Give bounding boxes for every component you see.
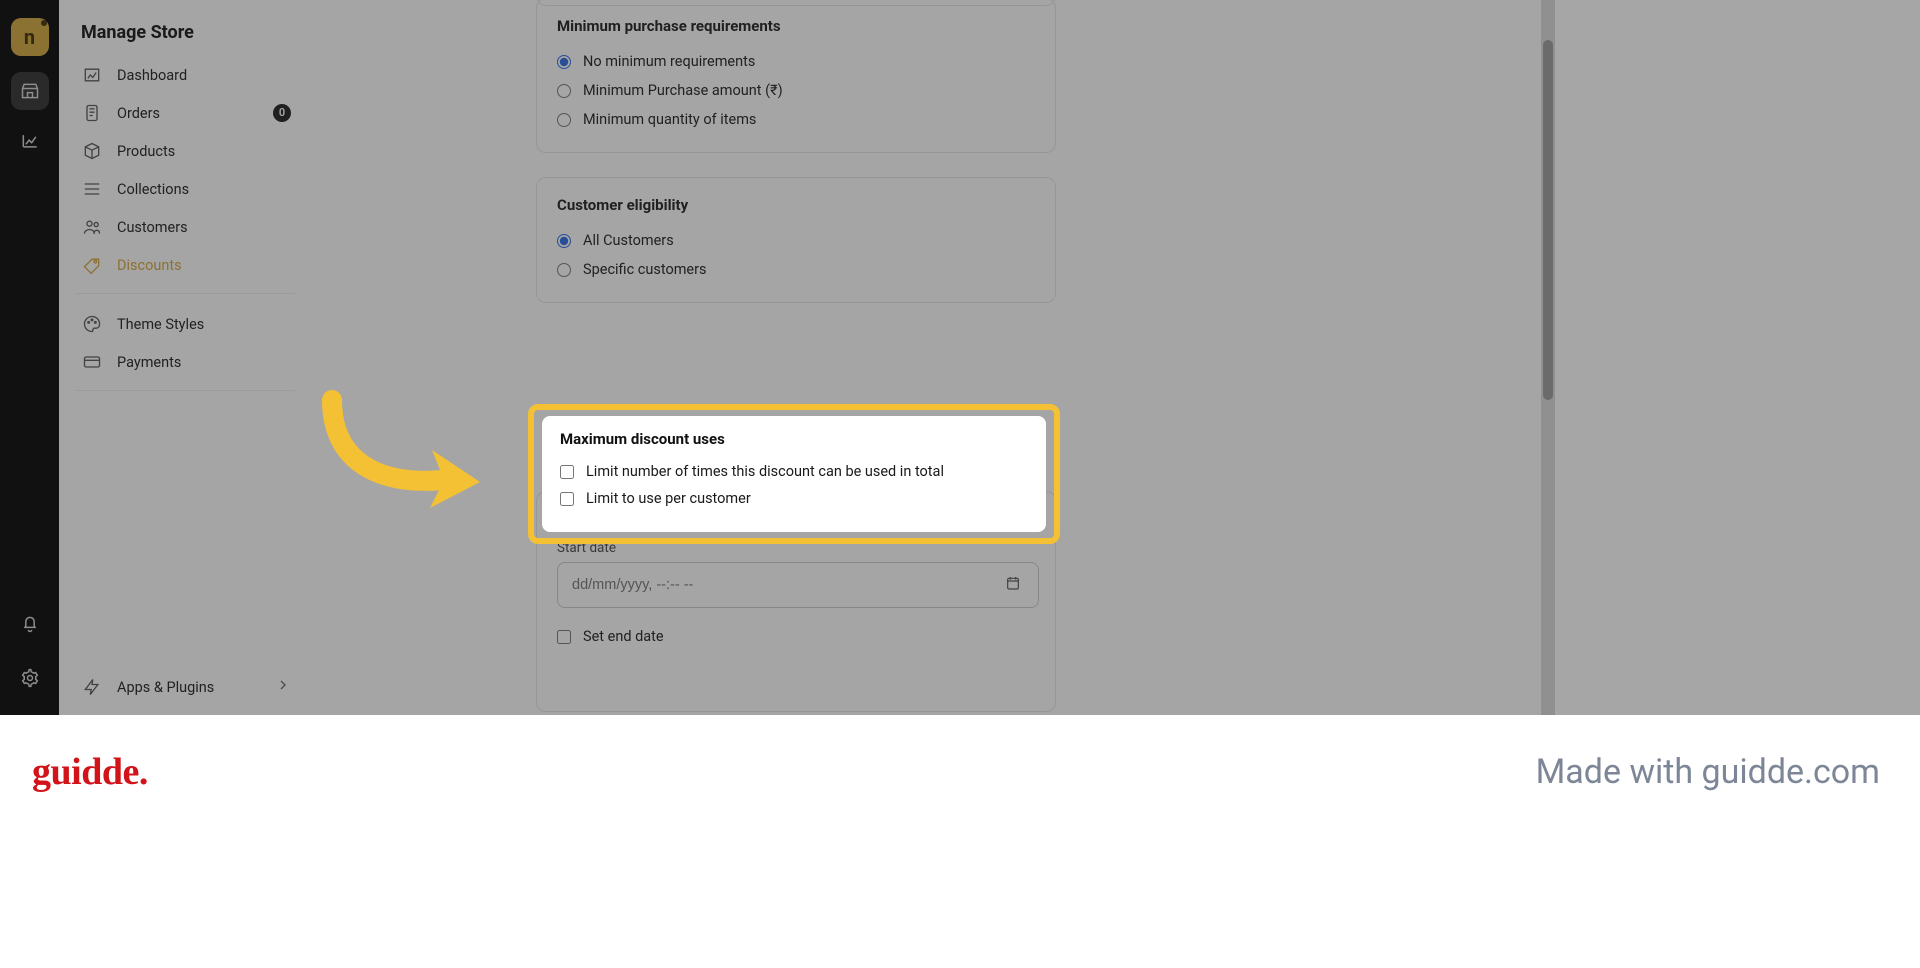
- sidebar-item-collections[interactable]: Collections: [69, 171, 301, 207]
- orders-icon: [81, 103, 103, 123]
- sidebar-item-products[interactable]: Products: [69, 133, 301, 169]
- sidebar-item-discounts[interactable]: Discounts: [69, 247, 301, 283]
- footer-brand: guidde.: [32, 750, 148, 794]
- cust-elig-specific[interactable]: Specific customers: [557, 255, 1035, 284]
- min-purchase-card: Minimum purchase requirements No minimum…: [536, 0, 1056, 153]
- sidebar-item-label: Orders: [117, 105, 160, 122]
- sidebar-item-label: Collections: [117, 181, 189, 198]
- dashboard-icon: [81, 65, 103, 85]
- form-column: Percentage % Minimum purchase requiremen…: [536, 0, 1056, 712]
- sidebar-item-dashboard[interactable]: Dashboard: [69, 57, 301, 93]
- rail-notifications-icon[interactable]: [11, 605, 49, 643]
- plugins-icon: [81, 677, 103, 697]
- theme-icon: [81, 314, 103, 334]
- cust-elig-all[interactable]: All Customers: [557, 226, 1035, 255]
- rail-store-icon[interactable]: [11, 72, 49, 110]
- left-rail: n: [0, 0, 59, 715]
- products-icon: [81, 141, 103, 161]
- sidebar: Manage Store Dashboard Orders 0 Products…: [59, 0, 311, 715]
- min-purchase-option-amount[interactable]: Minimum Purchase amount (₹): [557, 76, 1035, 105]
- footer-made-with: Made with guidde.com: [1536, 752, 1880, 792]
- scrollbar-thumb[interactable]: [1543, 40, 1553, 400]
- card-title: Minimum purchase requirements: [557, 17, 1035, 35]
- card-title: Active dates: [557, 510, 1035, 528]
- radio-input[interactable]: [557, 113, 571, 127]
- brand-badge[interactable]: n: [11, 18, 49, 56]
- sidebar-item-label: Theme Styles: [117, 316, 204, 333]
- discounts-icon: [81, 255, 103, 275]
- sidebar-item-payments[interactable]: Payments: [69, 344, 301, 380]
- chevron-right-icon: [275, 677, 291, 697]
- start-date-input[interactable]: [557, 562, 1039, 608]
- calendar-icon: [1005, 575, 1021, 595]
- max-uses-placeholder: [536, 331, 1056, 467]
- checkbox-input[interactable]: [557, 630, 571, 644]
- rail-analytics-icon[interactable]: [11, 122, 49, 160]
- set-end-date-check[interactable]: Set end date: [557, 622, 1035, 651]
- start-date-field-wrap: [557, 562, 1035, 608]
- orders-badge: 0: [273, 104, 291, 122]
- sidebar-item-label: Discounts: [117, 257, 182, 274]
- option-label: Minimum Purchase amount (₹): [583, 82, 783, 99]
- sidebar-item-label: Products: [117, 143, 175, 160]
- outside-right: [1555, 0, 1920, 715]
- collections-icon: [81, 179, 103, 199]
- sidebar-item-theme[interactable]: Theme Styles: [69, 306, 301, 342]
- option-label: Set end date: [583, 628, 664, 645]
- radio-input[interactable]: [557, 84, 571, 98]
- active-dates-card: Active dates Start date Set end date: [536, 491, 1056, 712]
- app-shell: n Manage Store Dashboard Orders 0 Produc…: [0, 0, 1555, 715]
- start-date-label: Start date: [557, 540, 1035, 556]
- sidebar-item-label: Apps & Plugins: [117, 679, 214, 696]
- radio-input[interactable]: [557, 234, 571, 248]
- sidebar-title: Manage Store: [69, 16, 301, 55]
- min-purchase-option-qty[interactable]: Minimum quantity of items: [557, 105, 1035, 134]
- scrollbar[interactable]: [1541, 0, 1555, 715]
- main-content: Percentage % Minimum purchase requiremen…: [311, 0, 1555, 715]
- payments-icon: [81, 352, 103, 372]
- sidebar-item-customers[interactable]: Customers: [69, 209, 301, 245]
- sidebar-item-label: Customers: [117, 219, 188, 236]
- customer-eligibility-card: Customer eligibility All Customers Speci…: [536, 177, 1056, 303]
- option-label: All Customers: [583, 232, 674, 249]
- option-label: Specific customers: [583, 261, 707, 278]
- sidebar-separator-2: [75, 390, 295, 391]
- option-label: No minimum requirements: [583, 53, 755, 70]
- discount-value-card-bottom: Percentage %: [536, 0, 1056, 6]
- rail-settings-icon[interactable]: [11, 659, 49, 697]
- card-title: Customer eligibility: [557, 196, 1035, 214]
- radio-input[interactable]: [557, 55, 571, 69]
- sidebar-item-orders[interactable]: Orders 0: [69, 95, 301, 131]
- sidebar-item-label: Dashboard: [117, 67, 187, 84]
- option-label: Minimum quantity of items: [583, 111, 756, 128]
- radio-input[interactable]: [557, 263, 571, 277]
- min-purchase-option-none[interactable]: No minimum requirements: [557, 47, 1035, 76]
- sidebar-separator: [75, 293, 295, 294]
- customers-icon: [81, 217, 103, 237]
- footer: guidde. Made with guidde.com: [0, 715, 1920, 968]
- sidebar-item-label: Payments: [117, 354, 181, 371]
- sidebar-item-apps[interactable]: Apps & Plugins: [69, 669, 301, 705]
